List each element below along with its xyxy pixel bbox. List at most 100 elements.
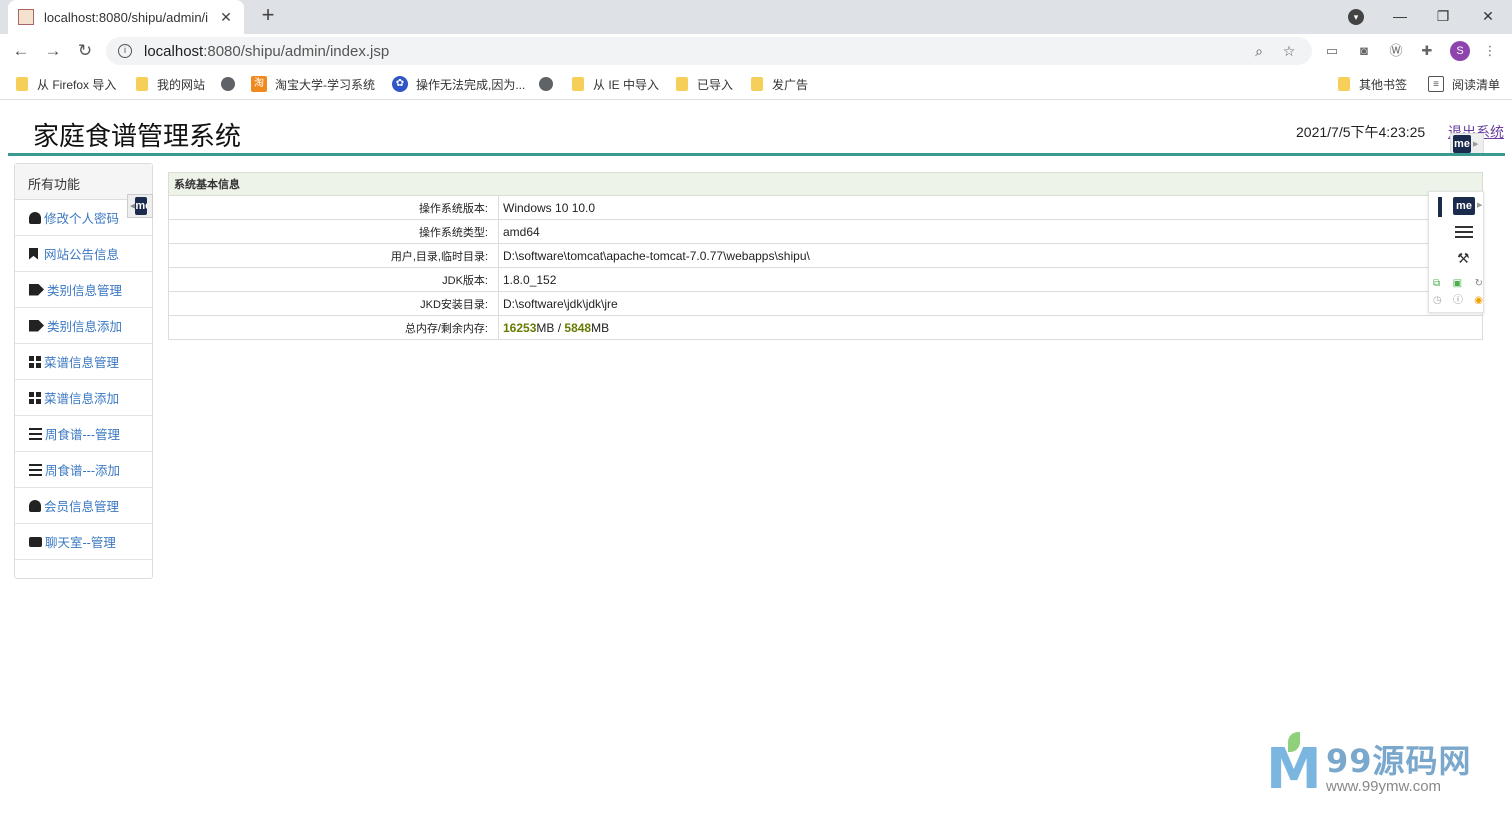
extensions-puzzle-icon[interactable]: ✚ [1417,42,1437,60]
table-row: 操作系统类型: amd64 [168,219,1483,244]
minimize-button[interactable]: — [1385,5,1415,27]
system-info-table: 系统基本信息 操作系统版本: Windows 10 10.0 操作系统类型: a… [168,172,1483,340]
bookmark-other[interactable]: 其他书签 [1338,75,1407,93]
sidebar-item-recipe-manage[interactable]: 菜谱信息管理 [15,344,152,380]
user-dir-label: 用户,目录,临时目录: [168,243,499,268]
folder-icon [572,77,584,91]
browser-tab[interactable]: localhost:8080/shipu/admin/i ✕ [8,0,244,34]
os-version-label: 操作系统版本: [168,195,499,220]
refresh-icon[interactable]: ↻ [1475,278,1483,290]
user-icon [29,211,41,224]
bookmark-my-site[interactable]: 我的网站 [136,75,205,93]
folder-icon [136,77,148,91]
magic-wand-icon[interactable]: ⚒ [1457,250,1473,266]
baidu-paw-icon: ✿ [392,76,408,92]
reading-list-icon: ≡ [1428,76,1444,92]
me-extension-tab[interactable]: me ▶ [1450,133,1484,155]
memory-value: 16253MB / 5848MB [498,315,1483,340]
user-dir-value: D:\software\tomcat\apache-tomcat-7.0.77\… [498,243,1483,268]
me-extension-side-tab[interactable]: ◀me [127,194,153,218]
bookmark-taobao-university[interactable]: 淘淘宝大学-学习系统 [251,75,375,93]
cast-green-icon[interactable]: ▣ [1453,278,1462,290]
zoom-icon[interactable]: ⌕ [1248,43,1270,60]
os-type-value: amd64 [498,219,1483,244]
w-extension-icon[interactable]: Ⓦ [1386,42,1406,60]
sidebar-item-category-add[interactable]: 类别信息添加 [15,308,152,344]
list-icon [29,427,42,440]
panel-row-1: ⧉ ▣ ↻ [1433,278,1483,290]
bookmark-icon [29,247,38,260]
feed-icon[interactable]: ⧉ [1433,278,1440,290]
bookmarks-bar: 从 Firefox 导入 我的网站 淘淘宝大学-学习系统 ✿ 操作无法完成,因为.… [0,68,1512,100]
bookmark-imported[interactable]: 已导入 [676,75,733,93]
cast-icon[interactable]: ▭ [1322,42,1342,60]
m-logo-icon: M [1266,737,1322,802]
camera-icon[interactable]: ◙ [1354,42,1374,60]
watermark-url: www.99ymw.com [1326,778,1442,795]
globe-icon [221,77,235,91]
taobao-icon: 淘 [251,76,267,92]
back-button[interactable]: ← [9,39,33,63]
bookmark-ie-import[interactable]: 从 IE 中导入 [572,75,659,93]
maximize-button[interactable]: ❐ [1428,5,1458,27]
me-extension-icon: me [1453,135,1471,153]
address-bar[interactable]: i localhost:8080/shipu/admin/index.jsp ⌕… [106,37,1312,65]
globe-icon [539,77,553,91]
eye-icon[interactable]: ◉ [1474,295,1483,307]
user-icon [29,499,41,512]
url-text[interactable]: localhost:8080/shipu/admin/index.jsp [144,43,1240,60]
browser-tab-bar: localhost:8080/shipu/admin/i ✕ + ▾ — ❐ ✕ [0,0,1512,34]
header-divider [8,153,1505,156]
site-info-icon[interactable]: i [118,44,132,58]
panel-edge [1438,197,1442,217]
alert-icon[interactable]: ⓘ [1453,295,1463,307]
close-tab-icon[interactable]: ✕ [218,9,234,26]
sidebar-item-weekly-add[interactable]: 周食谱---添加 [15,452,152,488]
sidebar-item-weekly-manage[interactable]: 周食谱---管理 [15,416,152,452]
jdk-dir-value: D:\software\jdk\jdk\jre [498,291,1483,316]
total-memory: 16253 [503,320,537,335]
bookmark-globe[interactable] [221,75,245,93]
comment-icon [29,536,42,547]
expand-arrow-icon[interactable]: ▶ [1477,201,1482,209]
bookmark-operation-failed[interactable]: ✿ 操作无法完成,因为... [392,75,525,93]
clock-icon[interactable]: ◷ [1433,295,1442,307]
panel-row-2: ◷ ⓘ ◉ [1433,295,1483,307]
me-extension-icon[interactable]: me [1453,197,1475,215]
hamburger-menu-icon[interactable] [1455,226,1473,238]
jdk-version-value: 1.8.0_152 [498,267,1483,292]
tab-search-icon[interactable]: ▾ [1348,9,1364,25]
new-tab-button[interactable]: + [256,4,280,28]
jdk-version-label: JDK版本: [168,267,499,292]
grid-icon [29,391,41,404]
sidebar: 所有功能 修改个人密码 网站公告信息 类别信息管理 类别信息添加 菜谱信息管理 … [14,163,153,579]
folder-icon [751,77,763,91]
os-type-label: 操作系统类型: [168,219,499,244]
bookmark-star-icon[interactable]: ☆ [1278,43,1300,60]
sidebar-item-category-manage[interactable]: 类别信息管理 [15,272,152,308]
sidebar-item-member-manage[interactable]: 会员信息管理 [15,488,152,524]
folder-icon [1338,77,1350,91]
system-info-heading: 系统基本信息 [168,172,1483,196]
free-memory: 5848 [564,320,592,335]
browser-toolbar: ← → ↻ i localhost:8080/shipu/admin/index… [0,34,1512,68]
bookmark-ads[interactable]: 发广告 [751,75,808,93]
table-row: 用户,目录,临时目录: D:\software\tomcat\apache-to… [168,243,1483,268]
reload-button[interactable]: ↻ [73,39,97,63]
bookmark-firefox-import[interactable]: 从 Firefox 导入 [16,75,116,93]
table-row: JKD安装目录: D:\software\jdk\jdk\jre [168,291,1483,316]
reading-list[interactable]: ≡ 阅读清单 [1428,75,1500,93]
header-clock: 2021/7/5下午4:23:25 [1296,124,1426,140]
list-icon [29,463,42,476]
tags-icon [29,319,44,332]
forward-button[interactable]: → [41,39,65,63]
folder-icon [676,77,688,91]
bookmark-globe-2[interactable] [539,75,563,93]
close-window-button[interactable]: ✕ [1473,5,1503,27]
sidebar-item-announcements[interactable]: 网站公告信息 [15,236,152,272]
browser-menu-icon[interactable]: ⋮ [1480,42,1500,60]
sidebar-item-chatroom-manage[interactable]: 聊天室--管理 [15,524,152,560]
me-extension-icon: me [135,197,148,215]
sidebar-item-recipe-add[interactable]: 菜谱信息添加 [15,380,152,416]
profile-avatar[interactable]: S [1450,41,1470,61]
